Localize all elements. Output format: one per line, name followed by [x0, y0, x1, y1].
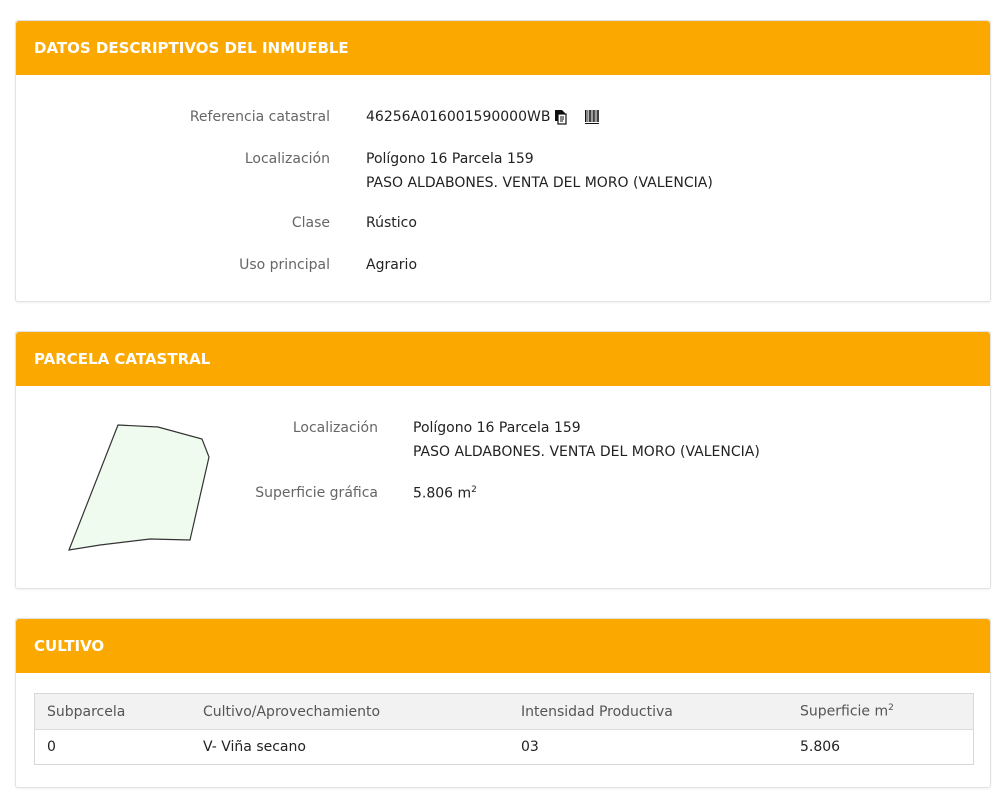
cell-superficie: 5.806 — [800, 739, 841, 755]
table-row: 0 V- Viña secano 03 5.806 — [35, 730, 974, 765]
localizacion-label: Localización — [244, 151, 330, 167]
cell-subparcela: 0 — [47, 739, 56, 755]
col-intensidad: Intensidad Productiva — [509, 693, 788, 730]
referencia-label: Referencia catastral — [189, 109, 330, 125]
cell-cultivo: V- Viña secano — [203, 739, 306, 755]
datos-descriptivos-panel: DATOS DESCRIPTIVOS DEL INMUEBLE Referenc… — [15, 20, 991, 302]
cultivo-panel: CULTIVO Subparcela Cultivo/Aprovechamien… — [15, 618, 991, 788]
parcela-catastral-panel: PARCELA CATASTRAL Localización Polígono … — [15, 331, 991, 589]
clase-label: Clase — [291, 215, 330, 231]
parcela-catastral-header: PARCELA CATASTRAL — [16, 332, 990, 386]
col-subparcela: Subparcela — [34, 693, 191, 730]
uso-label: Uso principal — [239, 257, 330, 273]
cell-intensidad: 03 — [521, 739, 539, 755]
clase-value: Rústico — [366, 215, 417, 231]
cultivo-table: Subparcela Cultivo/Aprovechamiento Inten… — [34, 693, 974, 765]
parcela-localizacion-line2: PASO ALDABONES. VENTA DEL MORO (VALENCIA… — [413, 444, 760, 460]
parcela-localizacion-label: Localización — [292, 420, 378, 436]
superficie-grafica-label: Superficie gráfica — [255, 485, 378, 501]
superficie-grafica-value: 5.806 m2 — [413, 485, 477, 502]
datos-descriptivos-header: DATOS DESCRIPTIVOS DEL INMUEBLE — [16, 21, 990, 75]
parcela-localizacion-line1: Polígono 16 Parcela 159 — [413, 420, 581, 436]
localizacion-line2: PASO ALDABONES. VENTA DEL MORO (VALENCIA… — [366, 175, 713, 191]
col-superficie: Superficie m2 — [788, 693, 974, 730]
col-cultivo: Cultivo/Aprovechamiento — [191, 693, 509, 730]
cultivo-header: CULTIVO — [16, 619, 990, 673]
uso-value: Agrario — [366, 257, 418, 273]
barcode-icon[interactable] — [584, 109, 600, 125]
referencia-value-row: 46256A016001590000WB — [366, 109, 600, 125]
copy-icon[interactable] — [554, 109, 568, 125]
referencia-value: 46256A016001590000WB — [366, 109, 551, 125]
localizacion-line1: Polígono 16 Parcela 159 — [366, 151, 534, 167]
cultivo-table-header-row: Subparcela Cultivo/Aprovechamiento Inten… — [34, 693, 974, 730]
